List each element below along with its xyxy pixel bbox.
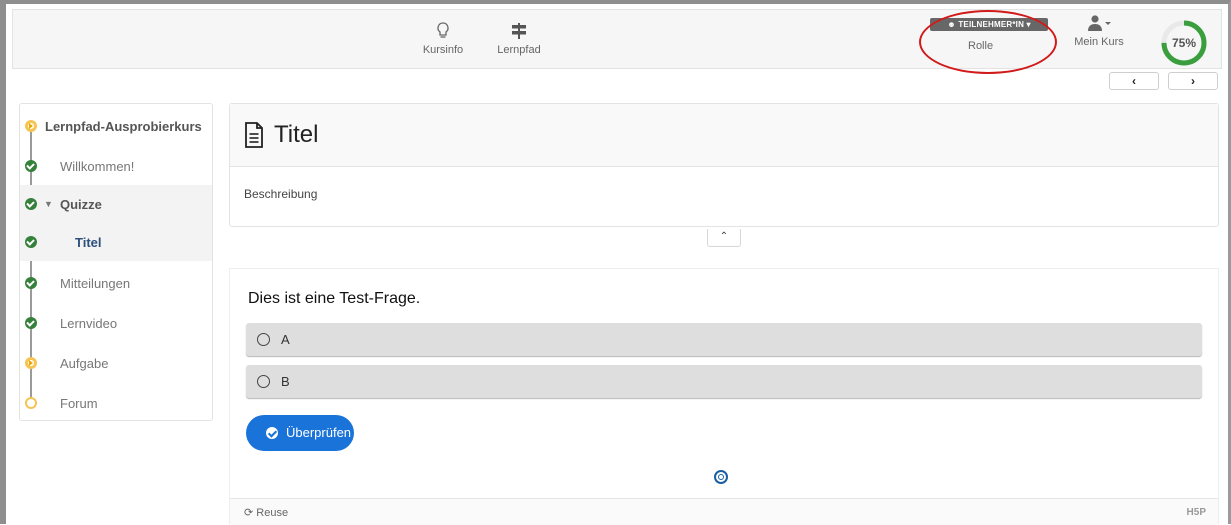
- caret-down-icon: ▼: [44, 199, 53, 209]
- radio-icon: [257, 375, 270, 388]
- sidebar-item-forum[interactable]: Forum: [20, 384, 212, 422]
- chevron-left-icon: ‹: [1132, 74, 1136, 88]
- signpost-icon: [494, 22, 544, 44]
- sidebar-learning-path: Lernpfad-Ausprobierkurs Willkommen! ▼ Qu…: [19, 103, 213, 421]
- page-title: Titel: [274, 121, 319, 148]
- nav-lernpfad[interactable]: Lernpfad: [494, 22, 544, 56]
- nav-lernpfad-label: Lernpfad: [497, 44, 541, 56]
- h5p-footer: ⟳ Reuse H5P: [230, 498, 1218, 525]
- prev-button[interactable]: ‹: [1109, 72, 1159, 90]
- sidebar-item-label: Lernpfad-Ausprobierkurs: [45, 119, 202, 134]
- sidebar-item-label: Lernvideo: [60, 316, 118, 331]
- chevron-right-icon: ›: [1191, 74, 1195, 88]
- lightbulb-icon: [418, 22, 468, 44]
- document-icon: [244, 122, 264, 153]
- sidebar-item-aufgabe[interactable]: Aufgabe: [20, 344, 212, 382]
- radio-icon: [257, 333, 270, 346]
- nav-kursinfo[interactable]: Kursinfo: [418, 22, 468, 56]
- collapse-button[interactable]: ⌃: [707, 229, 741, 247]
- sidebar-item-mitteilungen[interactable]: Mitteilungen: [20, 264, 212, 302]
- reuse-button[interactable]: ⟳ Reuse: [244, 506, 288, 519]
- progress-text: 75%: [1172, 36, 1196, 50]
- in-progress-icon: [25, 357, 37, 369]
- sidebar-item-label: Quizze: [60, 197, 102, 212]
- answer-option-a[interactable]: A: [246, 323, 1202, 356]
- mein-kurs-menu[interactable]: Mein Kurs: [1063, 14, 1135, 48]
- user-icon: [1063, 14, 1135, 36]
- check-icon: [25, 317, 37, 329]
- answer-label: B: [281, 374, 290, 389]
- activity-description: Beschreibung: [244, 187, 318, 201]
- question-text: Dies ist eine Test-Frage.: [248, 290, 421, 307]
- check-icon: [25, 277, 37, 289]
- reuse-label: Reuse: [256, 507, 289, 519]
- nav-kursinfo-label: Kursinfo: [422, 44, 464, 56]
- check-icon: [25, 160, 37, 172]
- check-button-label: Überprüfen: [286, 425, 352, 440]
- sidebar-item-label: Aufgabe: [60, 356, 109, 371]
- in-progress-icon: [25, 120, 37, 132]
- sidebar-item-titel[interactable]: Titel: [20, 223, 212, 261]
- h5p-quiz: Dies ist eine Test-Frage. A B Überprüfen…: [229, 268, 1219, 525]
- check-icon: [25, 236, 37, 248]
- activity-header: Titel Beschreibung: [229, 103, 1219, 227]
- sidebar-item-quizze[interactable]: ▼ Quizze: [20, 185, 212, 223]
- check-button[interactable]: Überprüfen: [246, 415, 354, 451]
- refresh-icon: ⟳: [244, 507, 254, 519]
- h5p-logo: H5P: [1186, 507, 1206, 518]
- answer-label: A: [281, 332, 290, 347]
- next-button[interactable]: ›: [1168, 72, 1218, 90]
- answer-option-b[interactable]: B: [246, 365, 1202, 398]
- mein-kurs-label: Mein Kurs: [1074, 36, 1124, 48]
- highlight-annotation: [919, 10, 1057, 74]
- sidebar-item-label: Forum: [60, 396, 98, 411]
- progress-ring: 75%: [1159, 18, 1209, 73]
- sidebar-item-label: Titel: [75, 235, 102, 250]
- sidebar-item-course[interactable]: Lernpfad-Ausprobierkurs: [20, 107, 212, 145]
- not-started-icon: [25, 397, 37, 409]
- activity-title-bar: Titel: [230, 104, 1218, 167]
- sidebar-item-label: Mitteilungen: [60, 276, 131, 291]
- sidebar-item-label: Willkommen!: [60, 159, 135, 174]
- chevron-up-icon: ⌃: [719, 231, 729, 242]
- progress-dot-icon[interactable]: [714, 470, 728, 484]
- sidebar-item-willkommen[interactable]: Willkommen!: [20, 147, 212, 185]
- sidebar-item-lernvideo[interactable]: Lernvideo: [20, 304, 212, 342]
- check-icon: [25, 198, 37, 210]
- check-circle-icon: [266, 427, 278, 439]
